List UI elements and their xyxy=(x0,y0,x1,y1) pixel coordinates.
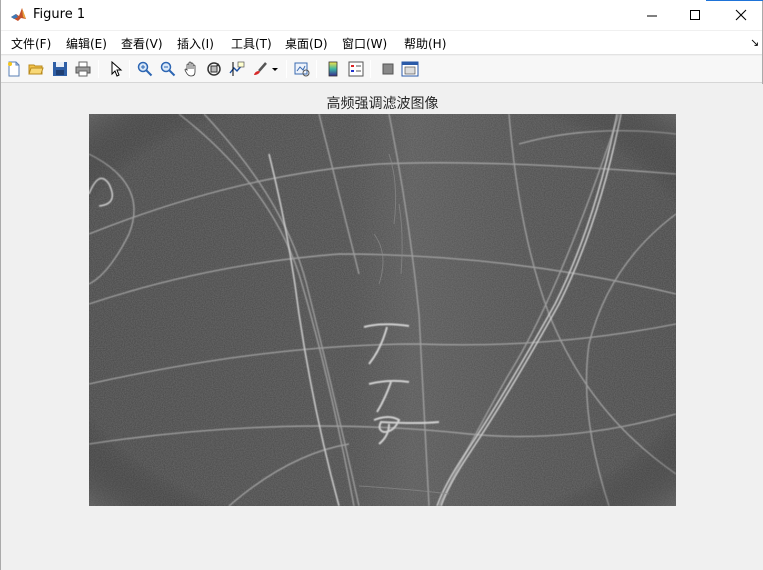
save-icon xyxy=(53,62,67,76)
zoom-out-button[interactable] xyxy=(158,59,178,79)
toolbar-separator xyxy=(129,60,130,78)
menu-desktop[interactable]: 桌面(D) xyxy=(285,35,328,52)
figure-window: Figure 1 文件(F) 编辑(E) 查看(V) 插入(I) 工具(T) 桌… xyxy=(0,0,763,570)
menu-edit[interactable]: 编辑(E) xyxy=(66,35,107,52)
pan-button[interactable] xyxy=(181,59,201,79)
window-title: Figure 1 xyxy=(33,7,86,22)
brush-icon xyxy=(254,62,267,75)
menu-bar: 文件(F) 编辑(E) 查看(V) 插入(I) 工具(T) 桌面(D) 窗口(W… xyxy=(1,31,762,55)
matlab-logo-icon xyxy=(10,6,27,23)
minimize-button[interactable] xyxy=(629,0,675,30)
link-plot-icon xyxy=(294,62,310,77)
insert-colorbar-button[interactable] xyxy=(323,59,343,79)
pan-hand-icon xyxy=(184,61,196,77)
close-button[interactable] xyxy=(718,0,763,30)
show-plot-tools-icon xyxy=(401,61,419,77)
rotate-3d-button[interactable] xyxy=(204,59,224,79)
edit-plot-button[interactable] xyxy=(105,59,125,79)
data-cursor-icon xyxy=(229,61,245,76)
zoom-in-button[interactable] xyxy=(135,59,155,79)
toolbar-separator xyxy=(286,60,287,78)
data-cursor-button[interactable] xyxy=(227,59,247,79)
new-figure-icon xyxy=(8,61,20,77)
zoom-in-icon xyxy=(137,61,153,77)
insert-legend-button[interactable] xyxy=(346,59,366,79)
menu-help[interactable]: 帮助(H) xyxy=(404,35,446,52)
axes-title: 高频强调滤波图像 xyxy=(326,96,439,112)
save-button[interactable] xyxy=(50,59,70,79)
maximize-icon xyxy=(689,9,700,20)
toolbar-separator xyxy=(370,60,371,78)
figure-toolbar xyxy=(1,56,762,83)
show-plot-tools-button[interactable] xyxy=(400,59,420,79)
link-plot-button[interactable] xyxy=(292,59,312,79)
menu-view[interactable]: 查看(V) xyxy=(121,35,163,52)
brush-dropdown-button[interactable] xyxy=(270,59,280,79)
print-button[interactable] xyxy=(73,59,93,79)
dropdown-arrow-icon xyxy=(272,68,278,71)
minimize-icon xyxy=(646,15,657,16)
hide-plot-tools-icon xyxy=(382,63,394,75)
figure-canvas[interactable]: 高频强调滤波图像 xyxy=(1,84,763,570)
colorbar-icon xyxy=(328,61,338,77)
dock-arrow-icon[interactable]: ↘ xyxy=(750,36,759,49)
menu-window[interactable]: 窗口(W) xyxy=(342,35,387,52)
menu-tools[interactable]: 工具(T) xyxy=(231,35,272,52)
pointer-icon xyxy=(111,61,123,77)
legend-icon xyxy=(348,61,364,77)
open-file-button[interactable] xyxy=(26,59,46,79)
title-bar[interactable]: Figure 1 xyxy=(1,0,763,30)
filtered-image[interactable] xyxy=(89,114,676,506)
menu-file[interactable]: 文件(F) xyxy=(11,35,51,52)
open-file-icon xyxy=(28,64,44,75)
new-figure-button[interactable] xyxy=(4,59,24,79)
maximize-button[interactable] xyxy=(672,0,718,30)
rotate-3d-icon xyxy=(207,62,221,76)
menu-insert[interactable]: 插入(I) xyxy=(177,35,214,52)
close-icon xyxy=(735,9,747,21)
hide-plot-tools-button[interactable] xyxy=(378,59,398,79)
toolbar-separator xyxy=(98,60,99,78)
print-icon xyxy=(75,61,91,77)
toolbar-separator xyxy=(316,60,317,78)
brush-button[interactable] xyxy=(250,59,270,79)
zoom-out-icon xyxy=(160,61,176,77)
filtered-image-render xyxy=(89,114,676,506)
